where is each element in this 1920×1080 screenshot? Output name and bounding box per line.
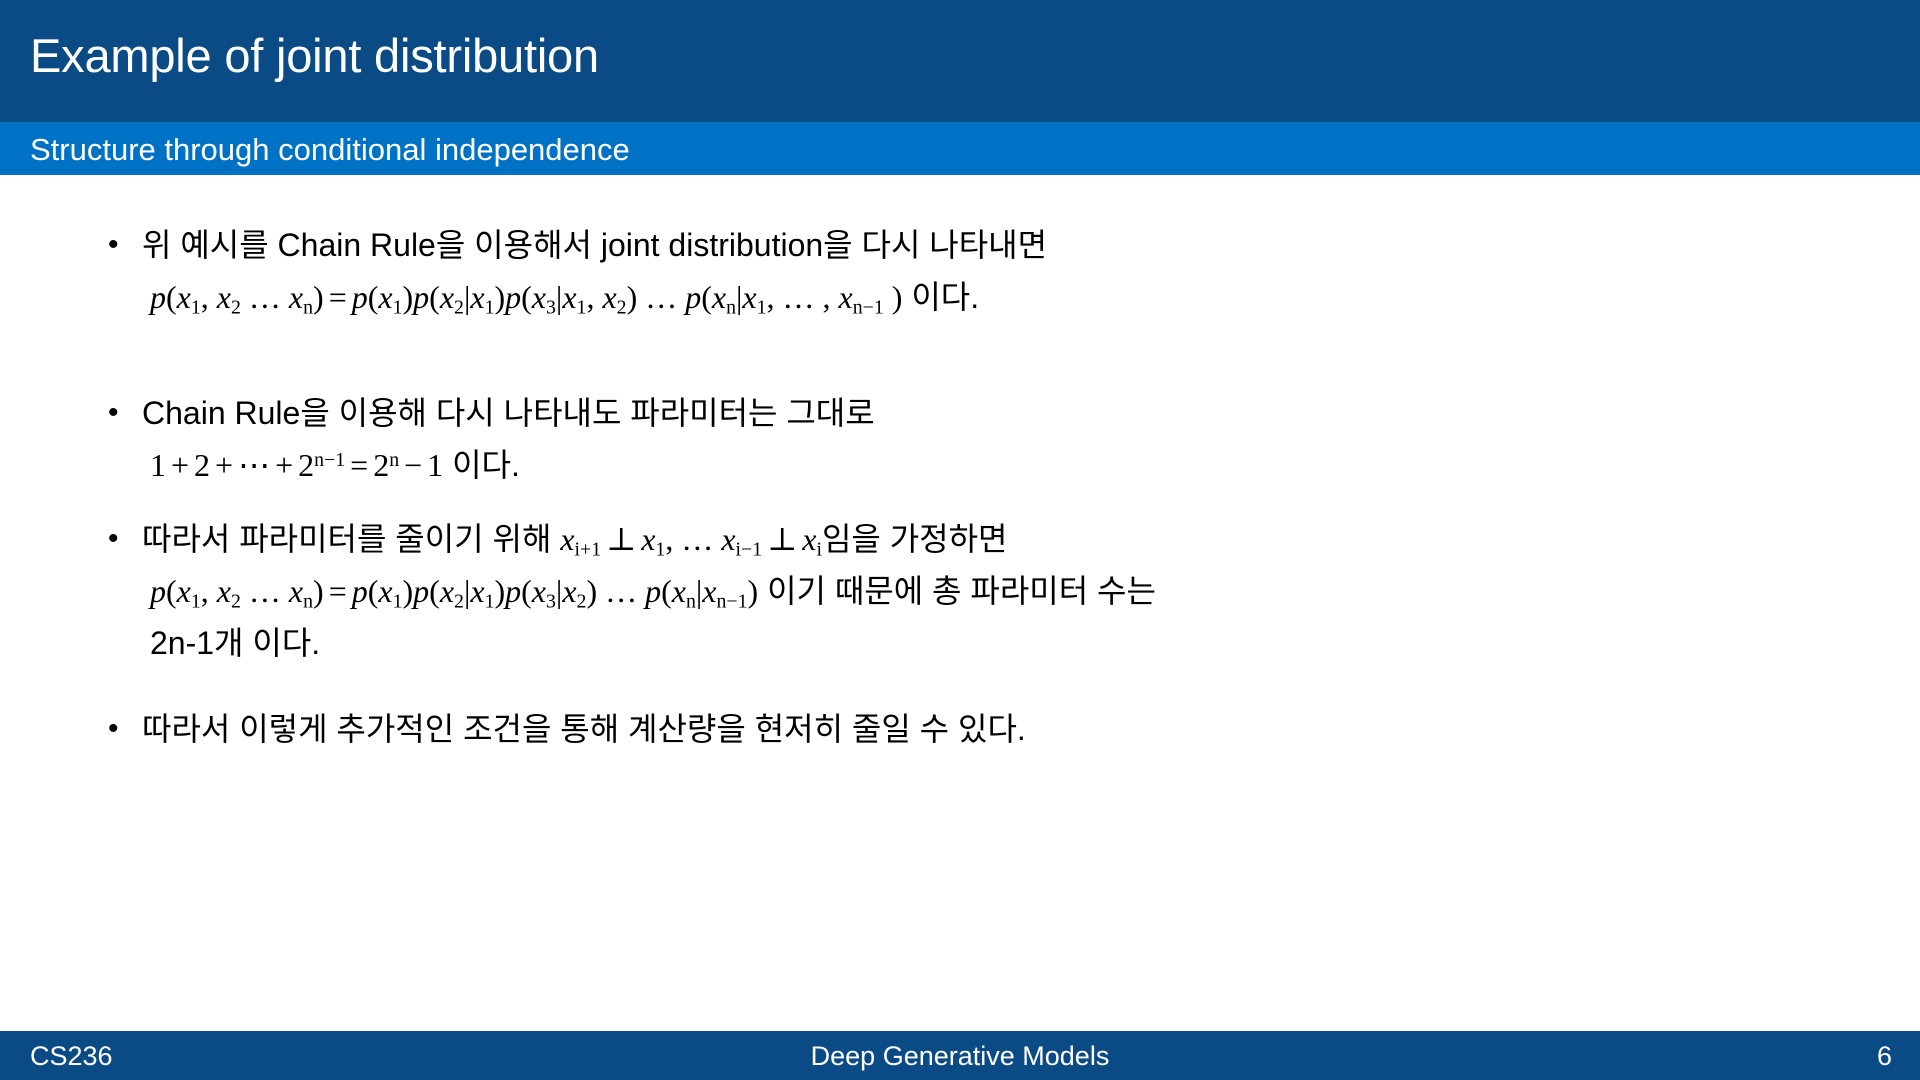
bullet-3-line-1: 따라서 파라미터를 줄이기 위해 xi+1 ⊥ x1, … xi−1 ⊥ xi임을 가정… xyxy=(142,513,1740,565)
bullet-4-line-1: 따라서 이렇게 추가적인 조건을 통해 계산량을 현저히 줄일 수 있다. xyxy=(142,711,1026,747)
bullet-2-line-2-formula: 1 +2 + ⋯ +2n−1 = 2n −1 이다. xyxy=(142,439,1600,491)
slide-title-bar: Example of joint distribution xyxy=(0,0,1920,122)
bullet-item-2: • Chain Rule을 이용해 다시 나타내도 파라미터는 그대로 1 +2 +… xyxy=(100,387,1600,491)
bullet-3-line-3: 2n-1개 이다. xyxy=(150,625,321,661)
page-title: Example of joint distribution xyxy=(30,29,599,82)
bullet-item-3: • 따라서 파라미터를 줄이기 위해 xi+1 ⊥ x1, … xi−1 ⊥ xi임을 … xyxy=(100,513,1740,669)
bullet-marker-icon: • xyxy=(108,396,119,429)
formula-parameter-count: 1 +2 + ⋯ +2n−1 = 2n −1 이다. xyxy=(150,447,520,483)
slide-subtitle-bar: Structure through conditional independen… xyxy=(0,122,1920,175)
footer-course-title: Deep Generative Models xyxy=(810,1041,1110,1071)
formula-markov-factorization: p(x1, x2 … xn) = p(x1)p(x2|x1)p(x3|x2) … p… xyxy=(150,573,1156,613)
page-subtitle: Structure through conditional independen… xyxy=(30,132,630,167)
bullet-item-1: • 위 예시를 Chain Rule을 이용해서 joint distribut… xyxy=(100,219,1600,323)
bullet-marker-icon: • xyxy=(108,522,119,555)
formula-chain-rule-full: p(x1, x2 … xn) = p(x1)p(x2|x1)p(x3|x1, x2)… xyxy=(150,279,980,319)
slide: Example of joint distribution Structure … xyxy=(0,0,1920,1080)
bullet-item-4: • 따라서 이렇게 추가적인 조건을 통해 계산량을 현저히 줄일 수 있다. xyxy=(100,703,1600,755)
formula-independence-assumption: 따라서 파라미터를 줄이기 위해 xi+1 ⊥ x1, … xi−1 ⊥ xi임을 가정… xyxy=(142,521,1008,561)
bullet-2-line-1: Chain Rule을 이용해 다시 나타내도 파라미터는 그대로 xyxy=(142,395,875,431)
bullet-3-line-2-formula: p(x1, x2 … xn) = p(x1)p(x2|x1)p(x3|x2) … p… xyxy=(142,565,1740,617)
page-number: 6 xyxy=(1876,1041,1892,1071)
bullet-marker-icon: • xyxy=(108,228,119,261)
bullet-1-line-1: 위 예시를 Chain Rule을 이용해서 joint distributio… xyxy=(142,227,1048,263)
slide-body: • 위 예시를 Chain Rule을 이용해서 joint distribut… xyxy=(0,175,1920,1030)
bullet-1-line-2-formula: p(x1, x2 … xn) = p(x1)p(x2|x1)p(x3|x1, x2)… xyxy=(142,271,1600,323)
bullet-marker-icon: • xyxy=(108,712,119,745)
slide-footer: CS236 Deep Generative Models 6 xyxy=(0,1031,1920,1080)
